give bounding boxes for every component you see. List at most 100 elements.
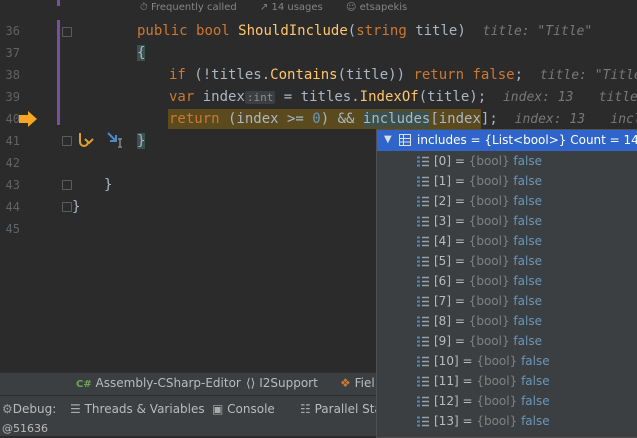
- item-value: false: [521, 374, 550, 388]
- session-process-label: @51636: [2, 422, 48, 435]
- list-item[interactable]: [6] = {bool} false: [377, 272, 637, 292]
- item-value: false: [513, 194, 542, 208]
- debug-inline-value: title: "Title": [539, 68, 637, 83]
- code-line-40[interactable]: return (index >= 0) && includes[index]; …: [169, 109, 637, 130]
- code-vision-meta: ⏱ Frequently called ↗ 14 usages ☺ etsape…: [140, 2, 427, 13]
- collapse-chevron-icon[interactable]: ▼: [384, 134, 392, 145]
- item-value: false: [513, 274, 542, 288]
- fold-toggle-icon[interactable]: [62, 180, 72, 190]
- line-number[interactable]: 39: [0, 87, 20, 107]
- item-type: {bool}: [476, 374, 518, 388]
- code-line-36[interactable]: public bool ShouldInclude(string title) …: [137, 21, 592, 42]
- line-number[interactable]: 44: [0, 197, 20, 217]
- list-item[interactable]: [9] = {bool} false: [377, 332, 637, 352]
- item-type: {bool}: [468, 334, 510, 348]
- item-type: {bool}: [468, 314, 510, 328]
- code-text: title): [406, 23, 466, 39]
- list-table-icon: [399, 134, 411, 146]
- keyword: bool: [196, 23, 230, 39]
- list-item[interactable]: [7] = {bool} false: [377, 292, 637, 312]
- tab-threads-variables[interactable]: ☰ Threads & Variables: [70, 402, 205, 416]
- threads-icon: ☰: [70, 402, 81, 416]
- item-value: false: [513, 174, 542, 188]
- item-index: [1]: [434, 174, 451, 188]
- list-item[interactable]: [11] = {bool} false: [377, 372, 637, 392]
- bool-field-icon: [417, 316, 429, 327]
- run-to-cursor-icon[interactable]: [106, 131, 126, 149]
- debug-inline-value: title:: [598, 90, 637, 105]
- line-number[interactable]: 41: [0, 131, 20, 151]
- item-type: {bool}: [468, 154, 510, 168]
- fold-toggle-icon[interactable]: [62, 27, 72, 37]
- list-item[interactable]: [4] = {bool} false: [377, 232, 637, 252]
- list-item[interactable]: [0] = {bool} false: [377, 152, 637, 172]
- code-line-44[interactable]: }: [72, 197, 80, 217]
- list-item[interactable]: [2] = {bool} false: [377, 192, 637, 212]
- fold-toggle-icon[interactable]: [62, 202, 72, 212]
- bool-field-icon: [417, 416, 429, 427]
- item-index: [12]: [434, 394, 459, 408]
- item-type: {bool}: [476, 354, 518, 368]
- breadcrumb-namespace[interactable]: ⟨⟩ I2Support: [246, 376, 318, 390]
- list-item[interactable]: [8] = {bool} false: [377, 312, 637, 332]
- code-line-38[interactable]: if (!titles.Contains(title)) return fals…: [169, 65, 637, 86]
- keyword: false: [472, 67, 515, 83]
- item-index: [7]: [434, 294, 451, 308]
- item-value: false: [513, 154, 542, 168]
- line-number[interactable]: 45: [0, 219, 20, 239]
- item-index: [4]: [434, 234, 451, 248]
- line-number[interactable]: 38: [0, 65, 20, 85]
- list-item[interactable]: [3] = {bool} false: [377, 212, 637, 232]
- list-item[interactable]: [12] = {bool} false: [377, 392, 637, 412]
- code-line-41[interactable]: }: [137, 131, 146, 151]
- list-item[interactable]: [10] = {bool} false: [377, 352, 637, 372]
- console-icon: ▣: [212, 402, 224, 416]
- execution-point-arrow-icon[interactable]: [18, 111, 38, 127]
- bool-field-icon: [417, 276, 429, 287]
- keyword: var: [169, 89, 195, 105]
- breadcrumb-label: I2Support: [259, 376, 318, 390]
- list-item[interactable]: [1] = {bool} false: [377, 172, 637, 192]
- list-item[interactable]: [13] = {bool} false: [377, 412, 637, 432]
- breadcrumb-field[interactable]: ❖ Fiel: [340, 376, 375, 390]
- breadcrumb-project[interactable]: C# Assembly-CSharp-Editor: [76, 376, 241, 390]
- item-index: [8]: [434, 314, 451, 328]
- line-number[interactable]: 36: [0, 21, 20, 41]
- vcs-change-marker[interactable]: [57, 0, 60, 6]
- frequently-called-hint[interactable]: ⏱ Frequently called: [140, 2, 247, 13]
- code-text: ) &&: [320, 111, 363, 127]
- tab-console[interactable]: ▣ Console: [212, 402, 275, 416]
- item-value: false: [513, 334, 542, 348]
- bool-field-icon: [417, 156, 429, 167]
- debug-inline-value: index: 13: [502, 90, 574, 105]
- keyword: string: [356, 23, 407, 39]
- line-number[interactable]: 40: [0, 109, 20, 129]
- number-literal: 0: [312, 111, 321, 127]
- line-number[interactable]: 42: [0, 153, 20, 173]
- line-number[interactable]: 37: [0, 43, 20, 63]
- tab-label: Threads & Variables: [84, 402, 205, 416]
- popup-header-row[interactable]: ▼ includes = {List<bool>} Count = 14: [377, 130, 637, 151]
- vcs-change-marker[interactable]: [57, 20, 60, 125]
- debug-inline-value: title: "Title": [482, 24, 593, 39]
- code-line-37[interactable]: {: [137, 43, 146, 63]
- fold-toggle-icon[interactable]: [62, 136, 72, 146]
- brace: }: [72, 199, 81, 215]
- list-item[interactable]: [5] = {bool} false: [377, 252, 637, 272]
- usages-link[interactable]: ↗ 14 usages: [260, 2, 333, 13]
- line-number[interactable]: 43: [0, 175, 20, 195]
- code-text: ;: [514, 67, 524, 83]
- item-type: {bool}: [468, 234, 510, 248]
- brace: }: [104, 177, 113, 193]
- debug-value-popup[interactable]: ▼ includes = {List<bool>} Count = 14 [0]…: [376, 129, 637, 438]
- code-line-39[interactable]: var index:int = titles.IndexOf(title); i…: [169, 87, 637, 108]
- bool-field-icon: [417, 296, 429, 307]
- code-line-43[interactable]: }: [104, 175, 112, 195]
- bool-field-icon: [417, 196, 429, 207]
- step-back-icon[interactable]: [76, 131, 94, 149]
- tab-parallel-stacks[interactable]: ☷ Parallel Sta: [300, 402, 382, 416]
- author-hint[interactable]: ☺ etsapekis: [346, 2, 417, 13]
- item-index: [2]: [434, 194, 451, 208]
- bool-field-icon: [417, 236, 429, 247]
- type-inlay-hint: :int: [244, 91, 276, 104]
